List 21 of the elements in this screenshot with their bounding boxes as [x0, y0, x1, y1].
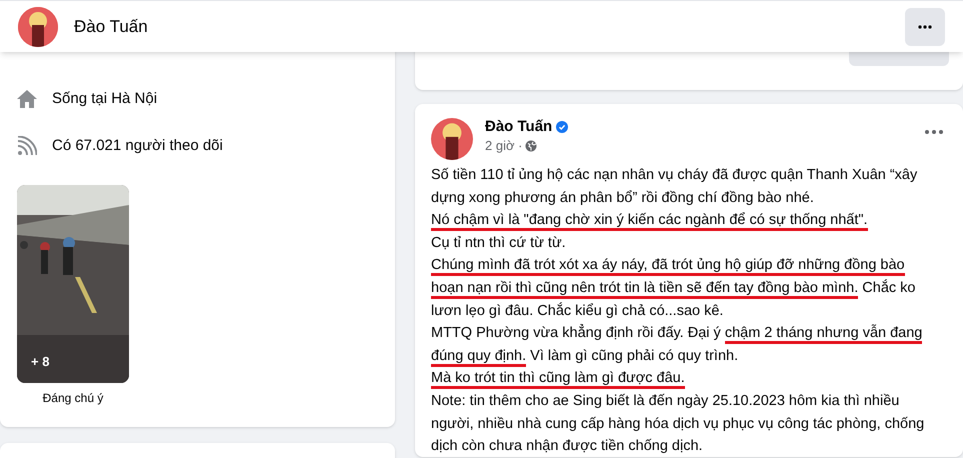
home-icon — [17, 89, 37, 110]
post-paragraph: Mà ko trót tin thì cũng làm gì được đâu. — [431, 367, 939, 390]
post-paragraph: Note: tin thêm cho ae Sing biết là đến ngày 25.10.2023 hôm kia thì nhiều người, nhiều nhà cung cấp hàng hóa dịch vụ phục vụ công tác phòng, chống dịch còn chưa nhận được tiền chống dịch. — [431, 392, 926, 456]
post-time[interactable]: 2 giờ · — [485, 136, 522, 156]
intro-text: Có 67.021 người theo dõi — [52, 136, 223, 156]
globe-icon — [525, 140, 538, 152]
author-name[interactable]: Đào Tuấn — [485, 118, 552, 136]
post-paragraph: Số tiền 110 tỉ ủng hộ các nạn nhân vụ cháy đã được quận Thanh Xuân “xây dựng xong phương án phân bổ” rồi đồng chí đồng bào nhé. — [431, 166, 918, 208]
profile-name: Đào Tuấn — [74, 16, 148, 38]
avatar[interactable] — [18, 6, 58, 46]
intro-text: Sống tại Hà Nội — [52, 89, 158, 109]
more-icon — [918, 24, 932, 28]
post-paragraph: Cụ tỉ ntn thì cứ từ từ. — [431, 234, 567, 253]
post-paragraph: MTTQ Phường vừa khẳng định rồi đấy. Đại ý chậm 2 tháng nhưng vẫn đang đúng quy định. Vì làm gì cũng phải có quy trình. — [431, 322, 939, 368]
post-paragraph: Chúng mình đã trót xót xa áy náy, đã trót ủng hộ giúp đỡ những đồng bào hoạn nạn rồi thì cũng nên trót tin là tiền sẽ đến tay đồng bào mình. Chắc ko lươn lẹo gì đâu. Chắc kiểu gì chả có...sao kê. — [431, 256, 916, 321]
more-icon[interactable] — [925, 130, 943, 134]
avatar[interactable] — [431, 118, 473, 160]
highlight-caption[interactable]: Đáng chú ý — [42, 389, 104, 407]
feed-icon — [17, 136, 37, 156]
photo-count: + 8 — [31, 352, 50, 370]
post-paragraph: Nó chậm vì là "đang chờ xin ý kiến các ngành để có sự thống nhất". — [431, 209, 939, 232]
